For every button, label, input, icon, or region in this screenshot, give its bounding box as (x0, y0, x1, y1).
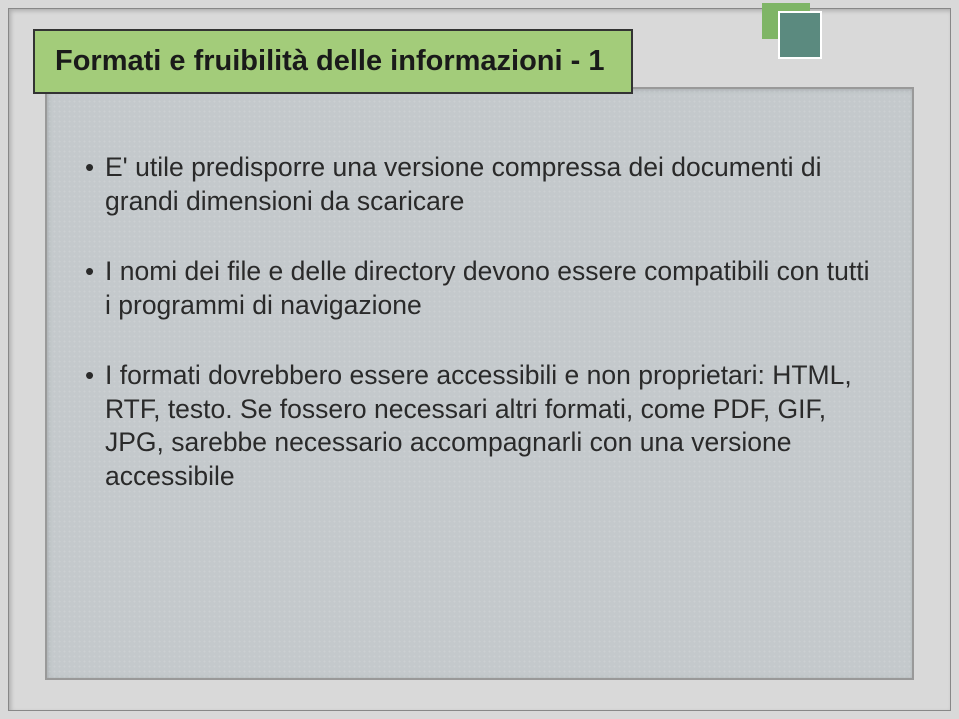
slide-frame: Formati e fruibilità delle informazioni … (8, 8, 951, 711)
title-box: Formati e fruibilità delle informazioni … (33, 29, 633, 94)
content-panel: E' utile predisporre una versione compre… (45, 87, 914, 680)
slide-title: Formati e fruibilità delle informazioni … (55, 45, 607, 78)
bullet-list: E' utile predisporre una versione compre… (83, 151, 876, 494)
bullet-item: E' utile predisporre una versione compre… (83, 151, 876, 219)
bullet-item: I nomi dei file e delle directory devono… (83, 255, 876, 323)
decorative-accent-front (778, 11, 822, 59)
bullet-item: I formati dovrebbero essere accessibili … (83, 359, 876, 495)
